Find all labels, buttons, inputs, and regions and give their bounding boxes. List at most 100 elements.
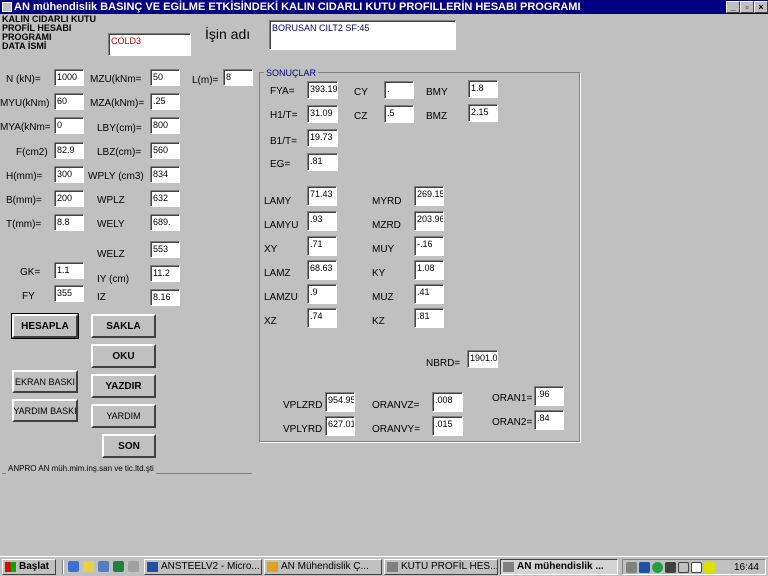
wply-input[interactable]: 834 [150, 166, 180, 183]
mya-label: MYA(kNm= [0, 122, 51, 133]
windows-logo-icon [5, 562, 16, 572]
mzrd-label: MZRD [372, 220, 401, 231]
b-input[interactable]: 200 [54, 190, 84, 207]
h-input[interactable]: 300 [54, 166, 84, 183]
lamy-output: 71.43 [307, 186, 337, 206]
yardim-baski-button[interactable]: YARDIM BASKI [12, 399, 78, 422]
eg-output: .81 [307, 153, 338, 171]
lby-input[interactable]: 800 [150, 117, 180, 134]
quicklaunch-icon[interactable] [113, 561, 124, 572]
iy-input[interactable]: 11.2 [150, 265, 180, 282]
ekran-baski-button[interactable]: EKRAN BASKI [12, 370, 78, 393]
vplzrd-label: VPLZRD [283, 400, 323, 411]
wely-input[interactable]: 689. [150, 214, 180, 231]
oran2-label: ORAN2= [492, 417, 533, 428]
taskbar-item-active[interactable]: AN mühendislik ... [500, 559, 618, 575]
wply-label: WPLY (cm3) [88, 171, 144, 182]
taskbar-item-label: KUTU PROFİL HES... [401, 561, 498, 572]
yardim-button[interactable]: YARDIM [91, 404, 156, 428]
window-icon [387, 562, 398, 572]
length-input[interactable]: 8 [223, 69, 253, 86]
tray-icon[interactable] [678, 562, 689, 573]
gk-label: GK= [20, 267, 41, 278]
lamz-label: LAMZ [264, 268, 291, 279]
tray-icon[interactable] [665, 562, 676, 573]
yazdir-button[interactable]: YAZDIR [91, 374, 156, 398]
kz-label: KZ [372, 316, 385, 327]
data-name-input[interactable]: COLD3 [108, 33, 191, 56]
taskbar: Başlat ANSTEELV2 - Micro... AN Mühendisl… [0, 556, 768, 576]
vplyrd-output: 627.01 [325, 416, 355, 436]
fya-label: FYA= [270, 86, 295, 97]
lbz-input[interactable]: 560 [150, 142, 180, 159]
wplz-input[interactable]: 632 [150, 190, 180, 207]
welz-input[interactable]: 553 [150, 241, 180, 258]
maximize-button[interactable]: ▫ [740, 1, 754, 13]
tray-icon[interactable] [639, 562, 650, 573]
results-title: SONUÇLAR [264, 68, 319, 78]
quicklaunch-icon[interactable] [128, 561, 139, 572]
fy-label: FY [22, 291, 35, 302]
myu-label: MYU(kNm) [0, 98, 50, 109]
cz-output: .5 [384, 105, 414, 123]
gk-input[interactable]: 1.1 [54, 262, 84, 279]
mail-icon[interactable] [83, 561, 94, 572]
speaker-icon[interactable] [704, 562, 715, 573]
lbz-label: LBZ(cm)= [97, 147, 142, 158]
bmz-label: BMZ [426, 111, 448, 122]
xy-output: .71 [307, 236, 337, 256]
t-label: T(mm)= [6, 219, 42, 230]
oranvz-output: .008 [432, 392, 463, 412]
oku-button[interactable]: OKU [91, 344, 156, 368]
oranvy-label: ORANVY= [372, 424, 421, 435]
oran1-output: .96 [534, 386, 564, 406]
mya-input[interactable]: 0 [54, 117, 84, 134]
b1t-output: 19.73 [307, 129, 338, 147]
h1t-output: 31.09 [307, 105, 338, 123]
lamy-label: LAMY [264, 196, 292, 207]
footer-text: ANPRO AN müh.mim.inş.san ve tic.ltd.şti [6, 464, 156, 474]
desktop-icon[interactable] [98, 561, 109, 572]
myrd-label: MYRD [372, 196, 402, 207]
iz-input[interactable]: 8.16 [150, 289, 180, 306]
f-input[interactable]: 82.9 [54, 142, 84, 159]
kz-output: .81 [414, 308, 444, 328]
close-button[interactable]: × [754, 1, 768, 13]
lamzu-label: LAMZU [264, 292, 298, 303]
oran2-output: .84 [534, 410, 564, 430]
sakla-button[interactable]: SAKLA [91, 314, 156, 338]
myu-input[interactable]: 60 [54, 93, 84, 110]
taskbar-item-label: ANSTEELV2 - Micro... [161, 561, 260, 572]
hesapla-button[interactable]: HESAPLA [11, 313, 79, 339]
taskbar-item-ansteel[interactable]: ANSTEELV2 - Micro... [144, 559, 262, 575]
vplyrd-label: VPLYRD [283, 424, 323, 435]
muy-output: -.16 [414, 236, 444, 256]
wely-label: WELY [97, 219, 125, 230]
n-input[interactable]: 1000 [54, 69, 84, 86]
h-label: H(mm)= [6, 171, 43, 182]
clock[interactable]: 16:44 [734, 561, 759, 574]
t-input[interactable]: 8.8 [54, 214, 84, 231]
mzu-label: MZU(kNm= [90, 74, 142, 85]
oranvz-label: ORANVZ= [372, 400, 420, 411]
minimize-button[interactable]: _ [726, 1, 740, 13]
taskbar-item-an-muhendislik[interactable]: AN Mühendislik Ç... [264, 559, 382, 575]
taskbar-item-kutu-profil[interactable]: KUTU PROFİL HES... [384, 559, 498, 575]
start-button[interactable]: Başlat [2, 559, 56, 575]
tray-icon[interactable] [652, 562, 663, 573]
son-button[interactable]: SON [102, 434, 156, 458]
browser-icon[interactable] [68, 561, 79, 572]
mza-input[interactable]: .25 [150, 93, 180, 110]
quicklaunch-separator [62, 560, 64, 574]
tray-icon[interactable] [691, 562, 702, 573]
muz-output: .41 [414, 284, 444, 304]
tray-icon[interactable] [626, 562, 637, 573]
fy-input[interactable]: 355 [54, 285, 84, 302]
program-label: KALIN CIDARLI KUTU PROFİL HESABI PROGRAM… [2, 15, 96, 51]
taskbar-item-label: AN Mühendislik Ç... [281, 561, 369, 572]
muz-label: MUZ [372, 292, 394, 303]
mzu-input[interactable]: 50 [150, 69, 180, 86]
job-name-input[interactable]: BORUSAN CILT2 SF:45 [269, 20, 456, 50]
eg-label: EG= [270, 159, 291, 170]
b1t-label: B1/T= [270, 136, 297, 147]
